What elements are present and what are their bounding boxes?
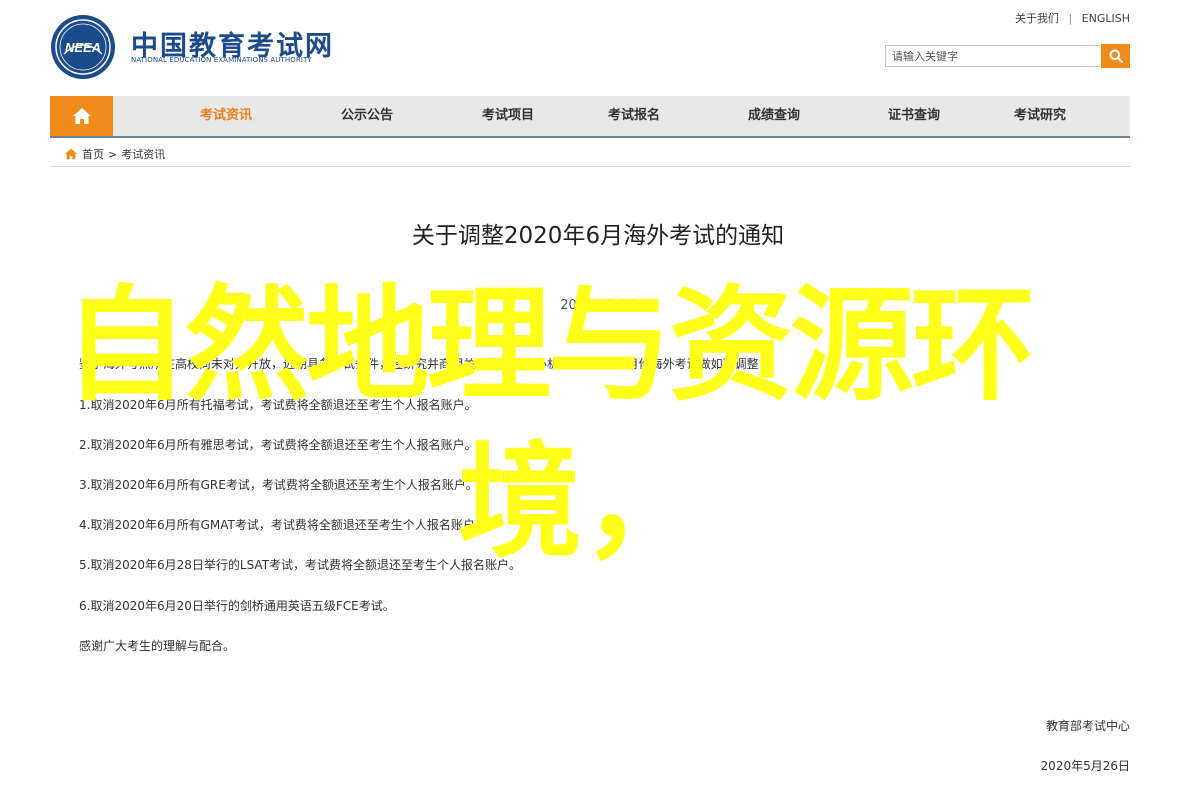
top-links: 关于我们 | ENGLISH (1015, 10, 1130, 26)
article-closing: 感谢广大考生的理解与配合。 (79, 639, 236, 653)
nav-item-exam-projects[interactable]: 考试项目 (482, 96, 534, 136)
english-link[interactable]: ENGLISH (1082, 12, 1130, 25)
breadcrumb: 首页 > 考试资讯 (64, 146, 165, 162)
nav-item-score-query[interactable]: 成绩查询 (748, 96, 800, 136)
overlay-caption-line2: 境， (458, 431, 707, 575)
search-input[interactable] (885, 45, 1101, 67)
search-button[interactable] (1101, 44, 1130, 68)
nav-item-exam-registration[interactable]: 考试报名 (608, 96, 660, 136)
article-title: 关于调整2020年6月海外考试的通知 (411, 223, 785, 249)
signature-org: 教育部考试中心 (1045, 719, 1130, 733)
nav-item-exam-research[interactable]: 考试研究 (1014, 96, 1066, 136)
breadcrumb-home-icon (65, 148, 77, 160)
nav-item-certificate-query[interactable]: 证书查询 (888, 96, 940, 136)
main-nav: 考试资讯 公示公告 考试项目 考试报名 成绩查询 证书查询 考试研究 (50, 96, 1130, 138)
neea-logo-emblem[interactable]: NEEA (50, 14, 116, 80)
nav-item-exam-news[interactable]: 考试资讯 (200, 96, 252, 136)
signature-date: 2020年5月26日 (1040, 759, 1130, 773)
article-item-5: 5.取消2020年6月28日举行的LSAT考试，考试费将全额退还至考生个人报名账… (79, 558, 522, 572)
breadcrumb-divider (50, 166, 1130, 167)
article-item-3: 3.取消2020年6月所有GRE考试，考试费将全额退还至考生个人报名账户。 (79, 478, 478, 492)
search-icon (1109, 49, 1123, 63)
about-link[interactable]: 关于我们 (1015, 12, 1059, 25)
breadcrumb-current[interactable]: 考试资讯 (121, 146, 165, 162)
article-item-4: 4.取消2020年6月所有GMAT考试，考试费将全额退还至考生个人报名账户。 (79, 518, 487, 532)
overlay-caption-line1: 自然地理与资源环 (64, 274, 1035, 418)
nav-item-announcements[interactable]: 公示公告 (341, 96, 393, 136)
top-links-separator: | (1068, 12, 1073, 25)
breadcrumb-home[interactable]: 首页 (82, 146, 104, 162)
article-item-6: 6.取消2020年6月20日举行的剑桥通用英语五级FCE考试。 (79, 599, 395, 613)
search-box (885, 44, 1130, 69)
article-item-2: 2.取消2020年6月所有雅思考试，考试费将全额退还至考生个人报名账户。 (79, 438, 477, 452)
logo-emblem-text: NEEA (65, 40, 101, 55)
home-icon (72, 108, 91, 124)
nav-home-button[interactable] (50, 96, 113, 136)
breadcrumb-separator: > (108, 147, 118, 161)
site-logo-subtitle: NATIONAL EDUCATION EXAMINATIONS AUTHORIT… (131, 56, 312, 64)
